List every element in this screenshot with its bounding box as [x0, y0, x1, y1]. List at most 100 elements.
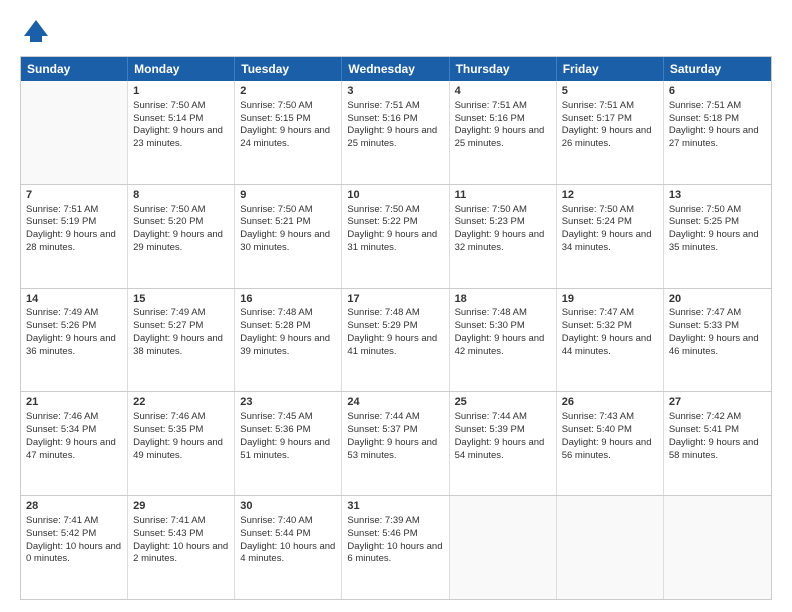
sunrise: Sunrise: 7:50 AM [240, 100, 312, 111]
daylight: Daylight: 9 hours and 47 minutes. [26, 437, 116, 461]
header-cell-monday: Monday [128, 57, 235, 81]
day-number: 11 [455, 188, 551, 203]
sunrise: Sunrise: 7:43 AM [562, 411, 634, 422]
sunrise: Sunrise: 7:47 AM [562, 307, 634, 318]
calendar-cell: 24Sunrise: 7:44 AMSunset: 5:37 PMDayligh… [342, 392, 449, 495]
daylight: Daylight: 9 hours and 29 minutes. [133, 229, 223, 253]
calendar-cell: 10Sunrise: 7:50 AMSunset: 5:22 PMDayligh… [342, 185, 449, 288]
calendar-cell: 4Sunrise: 7:51 AMSunset: 5:16 PMDaylight… [450, 81, 557, 184]
calendar-cell: 25Sunrise: 7:44 AMSunset: 5:39 PMDayligh… [450, 392, 557, 495]
calendar-cell [21, 81, 128, 184]
sunset: Sunset: 5:34 PM [26, 424, 96, 435]
calendar-cell: 16Sunrise: 7:48 AMSunset: 5:28 PMDayligh… [235, 289, 342, 392]
daylight: Daylight: 9 hours and 24 minutes. [240, 125, 330, 149]
calendar-cell: 3Sunrise: 7:51 AMSunset: 5:16 PMDaylight… [342, 81, 449, 184]
calendar: SundayMondayTuesdayWednesdayThursdayFrid… [20, 56, 772, 600]
sunset: Sunset: 5:44 PM [240, 528, 310, 539]
sunset: Sunset: 5:43 PM [133, 528, 203, 539]
sunset: Sunset: 5:23 PM [455, 216, 525, 227]
header-cell-tuesday: Tuesday [235, 57, 342, 81]
sunrise: Sunrise: 7:48 AM [347, 307, 419, 318]
sunset: Sunset: 5:24 PM [562, 216, 632, 227]
day-number: 23 [240, 395, 336, 410]
calendar-cell: 12Sunrise: 7:50 AMSunset: 5:24 PMDayligh… [557, 185, 664, 288]
sunset: Sunset: 5:28 PM [240, 320, 310, 331]
sunset: Sunset: 5:14 PM [133, 113, 203, 124]
day-number: 25 [455, 395, 551, 410]
calendar-cell: 19Sunrise: 7:47 AMSunset: 5:32 PMDayligh… [557, 289, 664, 392]
calendar-cell [664, 496, 771, 599]
daylight: Daylight: 9 hours and 39 minutes. [240, 333, 330, 357]
sunset: Sunset: 5:21 PM [240, 216, 310, 227]
daylight: Daylight: 9 hours and 25 minutes. [455, 125, 545, 149]
calendar-cell: 30Sunrise: 7:40 AMSunset: 5:44 PMDayligh… [235, 496, 342, 599]
sunrise: Sunrise: 7:46 AM [133, 411, 205, 422]
sunrise: Sunrise: 7:41 AM [26, 515, 98, 526]
sunrise: Sunrise: 7:51 AM [669, 100, 741, 111]
sunset: Sunset: 5:35 PM [133, 424, 203, 435]
day-number: 28 [26, 499, 122, 514]
logo-icon [20, 16, 52, 48]
header-cell-sunday: Sunday [21, 57, 128, 81]
sunrise: Sunrise: 7:49 AM [133, 307, 205, 318]
day-number: 2 [240, 84, 336, 99]
day-number: 3 [347, 84, 443, 99]
daylight: Daylight: 9 hours and 54 minutes. [455, 437, 545, 461]
day-number: 9 [240, 188, 336, 203]
daylight: Daylight: 9 hours and 28 minutes. [26, 229, 116, 253]
daylight: Daylight: 9 hours and 25 minutes. [347, 125, 437, 149]
header-cell-friday: Friday [557, 57, 664, 81]
sunset: Sunset: 5:25 PM [669, 216, 739, 227]
daylight: Daylight: 9 hours and 30 minutes. [240, 229, 330, 253]
header-cell-thursday: Thursday [450, 57, 557, 81]
header [20, 16, 772, 48]
daylight: Daylight: 10 hours and 4 minutes. [240, 541, 335, 565]
calendar-row: 1Sunrise: 7:50 AMSunset: 5:14 PMDaylight… [21, 81, 771, 184]
daylight: Daylight: 9 hours and 51 minutes. [240, 437, 330, 461]
header-cell-saturday: Saturday [664, 57, 771, 81]
sunrise: Sunrise: 7:44 AM [455, 411, 527, 422]
calendar-cell: 21Sunrise: 7:46 AMSunset: 5:34 PMDayligh… [21, 392, 128, 495]
calendar-cell: 20Sunrise: 7:47 AMSunset: 5:33 PMDayligh… [664, 289, 771, 392]
sunset: Sunset: 5:19 PM [26, 216, 96, 227]
sunrise: Sunrise: 7:40 AM [240, 515, 312, 526]
daylight: Daylight: 9 hours and 42 minutes. [455, 333, 545, 357]
calendar-cell: 1Sunrise: 7:50 AMSunset: 5:14 PMDaylight… [128, 81, 235, 184]
sunset: Sunset: 5:30 PM [455, 320, 525, 331]
calendar-cell: 18Sunrise: 7:48 AMSunset: 5:30 PMDayligh… [450, 289, 557, 392]
sunrise: Sunrise: 7:51 AM [347, 100, 419, 111]
calendar-body: 1Sunrise: 7:50 AMSunset: 5:14 PMDaylight… [21, 81, 771, 599]
sunrise: Sunrise: 7:50 AM [133, 100, 205, 111]
sunset: Sunset: 5:41 PM [669, 424, 739, 435]
daylight: Daylight: 9 hours and 53 minutes. [347, 437, 437, 461]
sunset: Sunset: 5:32 PM [562, 320, 632, 331]
sunrise: Sunrise: 7:45 AM [240, 411, 312, 422]
calendar-cell: 31Sunrise: 7:39 AMSunset: 5:46 PMDayligh… [342, 496, 449, 599]
calendar-cell: 8Sunrise: 7:50 AMSunset: 5:20 PMDaylight… [128, 185, 235, 288]
calendar-cell: 15Sunrise: 7:49 AMSunset: 5:27 PMDayligh… [128, 289, 235, 392]
daylight: Daylight: 9 hours and 41 minutes. [347, 333, 437, 357]
sunrise: Sunrise: 7:50 AM [669, 204, 741, 215]
sunrise: Sunrise: 7:41 AM [133, 515, 205, 526]
daylight: Daylight: 9 hours and 32 minutes. [455, 229, 545, 253]
daylight: Daylight: 9 hours and 34 minutes. [562, 229, 652, 253]
daylight: Daylight: 9 hours and 23 minutes. [133, 125, 223, 149]
calendar-cell: 13Sunrise: 7:50 AMSunset: 5:25 PMDayligh… [664, 185, 771, 288]
sunrise: Sunrise: 7:50 AM [133, 204, 205, 215]
calendar-cell: 11Sunrise: 7:50 AMSunset: 5:23 PM Dayligh… [450, 185, 557, 288]
sunset: Sunset: 5:29 PM [347, 320, 417, 331]
calendar-row: 21Sunrise: 7:46 AMSunset: 5:34 PMDayligh… [21, 391, 771, 495]
sunrise: Sunrise: 7:50 AM [455, 204, 527, 215]
logo [20, 16, 56, 48]
calendar-cell: 6Sunrise: 7:51 AMSunset: 5:18 PMDaylight… [664, 81, 771, 184]
page: SundayMondayTuesdayWednesdayThursdayFrid… [0, 0, 792, 612]
sunset: Sunset: 5:27 PM [133, 320, 203, 331]
day-number: 29 [133, 499, 229, 514]
daylight: Daylight: 9 hours and 36 minutes. [26, 333, 116, 357]
calendar-cell: 5Sunrise: 7:51 AMSunset: 5:17 PMDaylight… [557, 81, 664, 184]
calendar-cell: 17Sunrise: 7:48 AMSunset: 5:29 PMDayligh… [342, 289, 449, 392]
calendar-cell [557, 496, 664, 599]
calendar-cell: 29Sunrise: 7:41 AMSunset: 5:43 PMDayligh… [128, 496, 235, 599]
header-cell-wednesday: Wednesday [342, 57, 449, 81]
sunset: Sunset: 5:33 PM [669, 320, 739, 331]
